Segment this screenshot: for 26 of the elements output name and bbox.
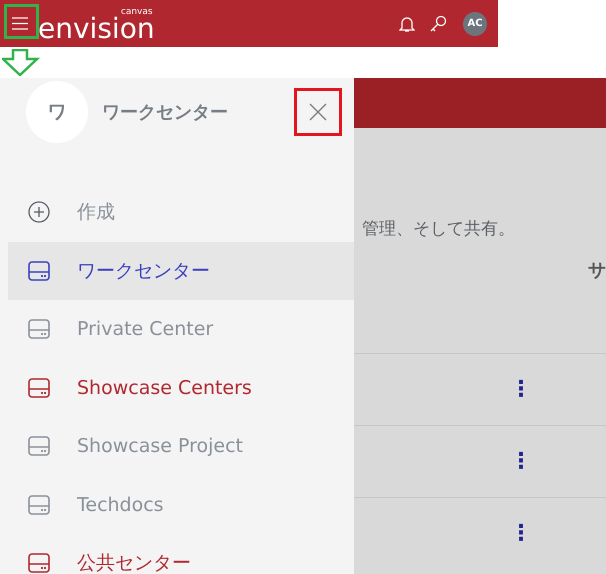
drive-icon [28,494,50,515]
drive-icon [28,436,50,456]
drive-icon [28,319,50,340]
bell-icon[interactable] [399,14,415,32]
drive-icon [28,378,50,398]
more-options-button[interactable]: ⋮ [508,377,534,402]
plus-circle-icon [28,201,50,224]
user-avatar[interactable]: AC [463,12,487,36]
close-icon [309,103,327,121]
logo-text: envision [38,16,155,40]
close-button[interactable] [294,88,342,136]
more-options-button[interactable]: ⋮ [508,521,534,546]
drive-icon [28,260,50,281]
highlight-frame [4,4,39,39]
more-options-button[interactable]: ⋮ [508,449,534,474]
nav-item[interactable]: ワークセンター [8,242,354,300]
drive-icon [28,553,50,574]
drawer-title: ワークセンター [102,101,229,124]
key-icon[interactable] [429,14,447,32]
down-arrow-icon [2,49,40,76]
nav-item[interactable]: Showcase Centers [8,358,354,417]
workspace-avatar: ワ [26,81,88,143]
column-header: サ [588,259,606,282]
nav-item[interactable]: 公共センター [8,534,354,574]
logo-subtitle: canvas [120,6,153,16]
description-text: 管理、そして共有。 [361,218,516,241]
